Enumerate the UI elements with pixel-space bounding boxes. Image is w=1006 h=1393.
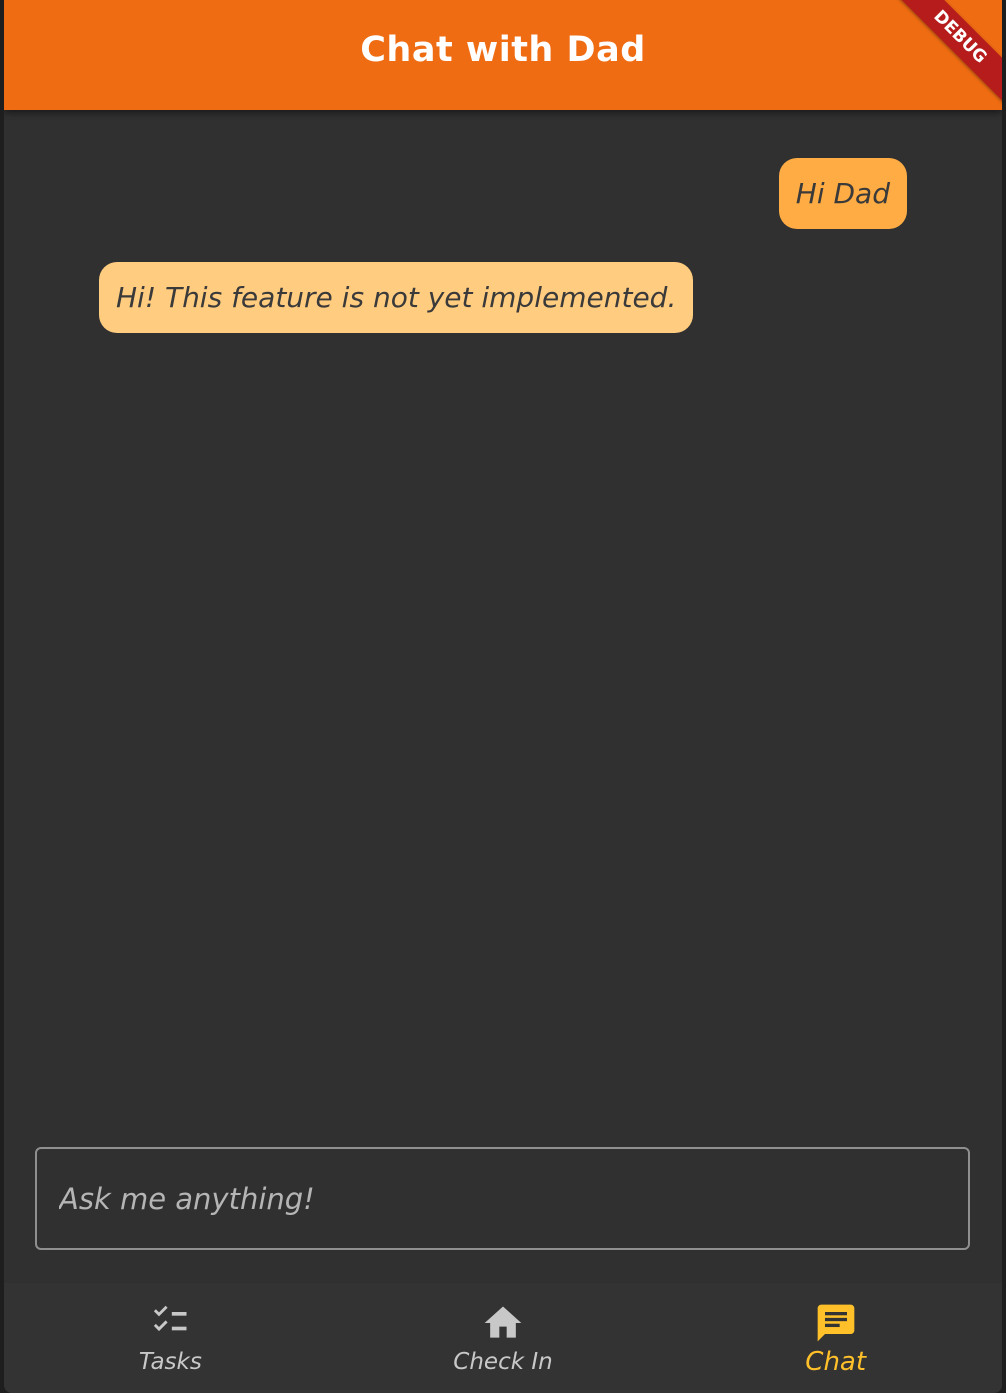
nav-label-chat: Chat	[805, 1347, 867, 1377]
app-window: Chat with Dad DEBUG Hi Dad Hi! This feat…	[4, 0, 1002, 1393]
nav-item-check-in[interactable]: Check In	[337, 1283, 670, 1393]
dad-message-bubble: Hi! This feature is not yet implemented.	[99, 262, 694, 333]
nav-label-tasks: Tasks	[138, 1349, 202, 1375]
chat-input[interactable]	[37, 1149, 968, 1248]
user-message-bubble: Hi Dad	[778, 158, 907, 229]
nav-item-chat[interactable]: Chat	[669, 1283, 1002, 1393]
bottom-navigation: Tasks Check In Chat	[4, 1283, 1002, 1393]
message-list[interactable]: Hi Dad Hi! This feature is not yet imple…	[4, 110, 1002, 1130]
home-icon	[484, 1306, 522, 1338]
chat-input-container[interactable]	[35, 1147, 970, 1250]
page-title: Chat with Dad	[360, 30, 646, 70]
nav-label-check-in: Check In	[453, 1349, 553, 1375]
app-bar: Chat with Dad	[4, 0, 1002, 110]
checklist-icon	[154, 1305, 187, 1332]
nav-item-tasks[interactable]: Tasks	[4, 1283, 337, 1393]
chat-icon	[817, 1304, 855, 1342]
